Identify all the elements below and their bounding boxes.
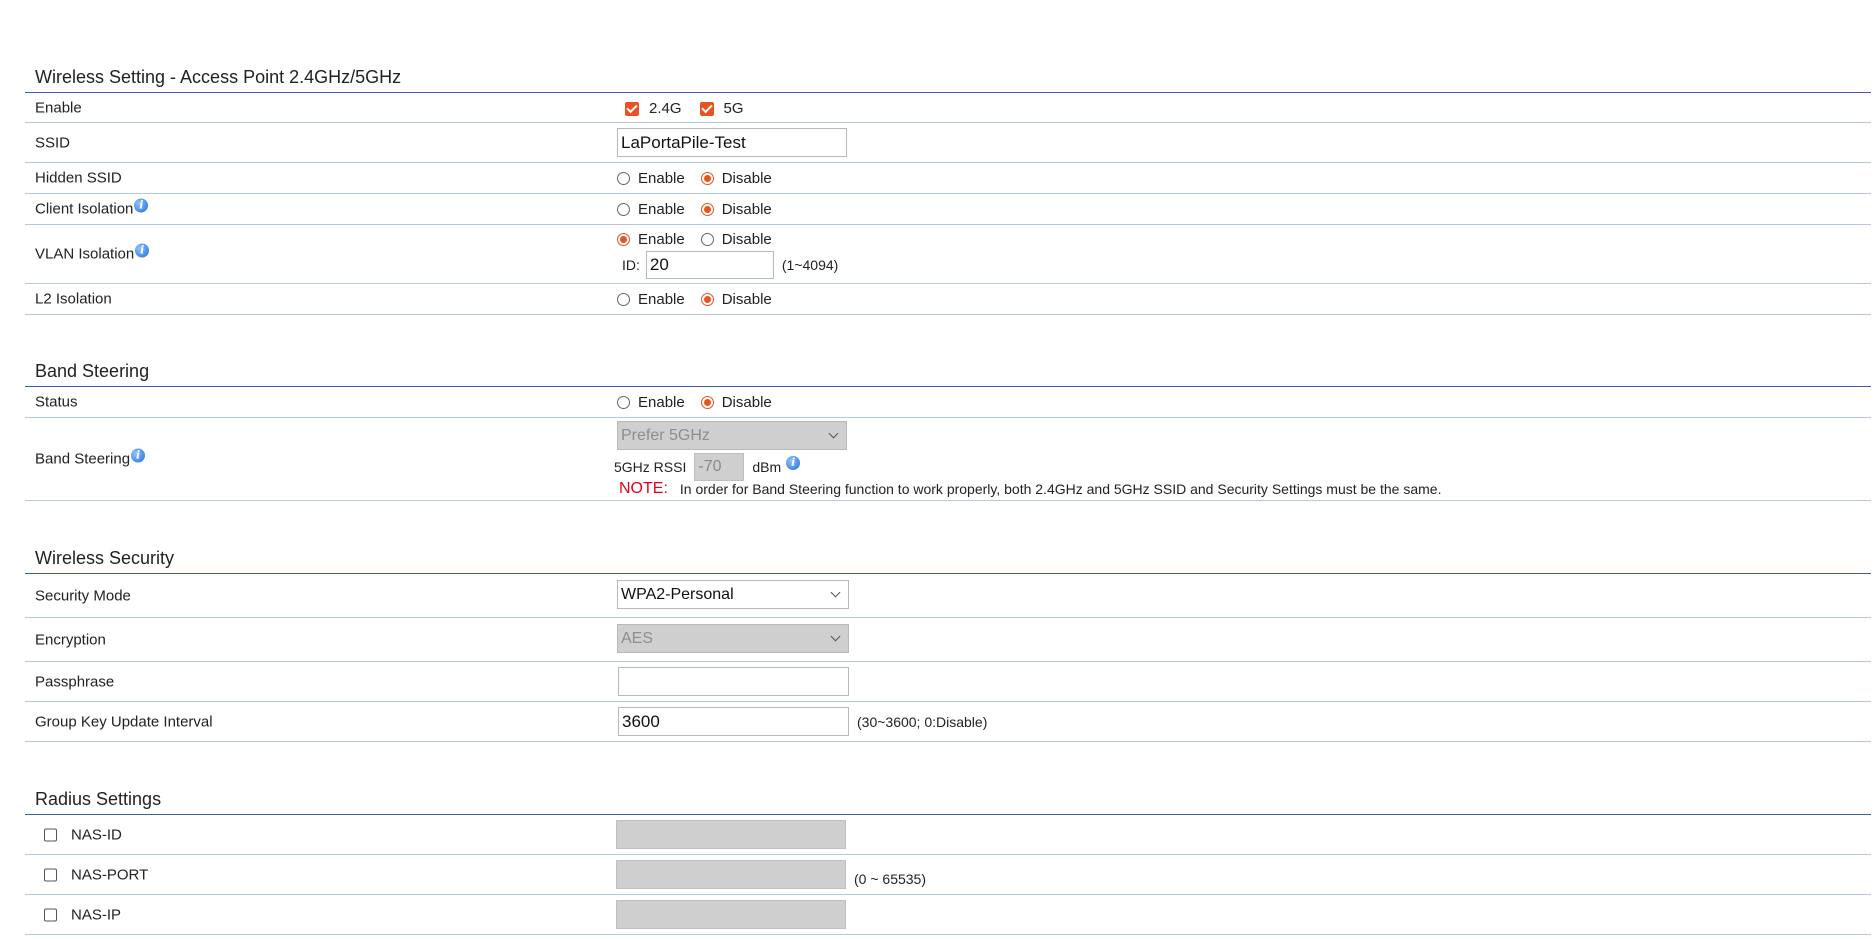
band-steering-enable-radio[interactable] xyxy=(617,396,630,409)
client-isolation-enable-label: Enable xyxy=(638,201,685,218)
nas-ip-input[interactable] xyxy=(616,900,846,929)
nas-port-label: NAS-PORT xyxy=(71,866,149,883)
band-steering-disable-label: Disable xyxy=(721,394,772,411)
client-isolation-label: Client Isolation i xyxy=(35,198,149,218)
info-icon[interactable]: i xyxy=(135,243,150,257)
row-vlan-isolation: VLAN Isolation i Enable Disable ID: 20 (1… xyxy=(25,225,1871,284)
row-encryption: Encryption AES xyxy=(25,618,1871,662)
group-key-label: Group Key Update Interval xyxy=(35,713,213,730)
rssi-unit: dBm xyxy=(752,459,782,475)
row-passphrase: Passphrase xyxy=(25,662,1871,702)
section-title-band-steering: Band Steering xyxy=(35,361,150,381)
note-label: NOTE: xyxy=(619,480,668,497)
encryption-value: AES xyxy=(621,629,654,647)
chevron-down-icon xyxy=(830,631,841,642)
client-isolation-enable-radio[interactable] xyxy=(617,203,630,216)
ssid-input[interactable]: LaPortaPile-Test xyxy=(617,128,847,157)
nas-port-label-group: NAS-PORT xyxy=(44,866,148,883)
band-steering-text: Band Steering xyxy=(35,450,131,468)
hidden-ssid-disable-label: Disable xyxy=(721,170,772,187)
row-hidden-ssid: Hidden SSID Enable Disable xyxy=(25,163,1871,194)
rssi-input[interactable]: -70 xyxy=(694,453,745,481)
client-isolation-disable-label: Disable xyxy=(721,201,772,218)
chevron-down-icon xyxy=(828,428,839,439)
vlan-isolation-label: VLAN Isolation i xyxy=(35,243,150,263)
info-icon[interactable]: i xyxy=(786,456,801,470)
vlan-id-range: (1~4094) xyxy=(781,257,839,273)
band-24g-checkbox[interactable] xyxy=(625,101,639,116)
nas-id-input[interactable] xyxy=(616,820,846,849)
hidden-ssid-label: Hidden SSID xyxy=(35,169,122,187)
l2-isolation-enable-radio[interactable] xyxy=(617,293,630,306)
band-steering-mode-value: Prefer 5GHz xyxy=(621,426,710,444)
l2-isolation-disable-radio[interactable] xyxy=(700,293,714,306)
rssi-label: 5GHz RSSI xyxy=(614,459,687,475)
info-icon[interactable]: i xyxy=(131,448,146,462)
nas-port-input[interactable] xyxy=(616,860,846,889)
passphrase-label: Passphrase xyxy=(35,673,115,690)
chevron-down-icon xyxy=(830,587,841,598)
note-text: In order for Band Steering function to w… xyxy=(679,481,1442,497)
nas-port-range: (0 ~ 65535) xyxy=(854,870,926,887)
nas-id-label-group: NAS-ID xyxy=(44,826,122,843)
row-nas-port: NAS-PORT (0 ~ 65535) xyxy=(25,855,1871,895)
vlan-id-label: ID: xyxy=(622,257,640,273)
security-mode-value: WPA2-Personal xyxy=(621,585,734,603)
hidden-ssid-disable-radio[interactable] xyxy=(700,172,714,185)
band-steering-disable-radio[interactable] xyxy=(700,396,714,409)
nas-id-label: NAS-ID xyxy=(71,826,122,843)
hidden-ssid-enable-radio[interactable] xyxy=(617,172,630,185)
passphrase-input[interactable] xyxy=(618,667,849,696)
vlan-isolation-enable-radio[interactable] xyxy=(617,233,630,246)
security-mode-select[interactable]: WPA2-Personal xyxy=(617,580,849,609)
vlan-isolation-disable-radio[interactable] xyxy=(700,233,714,246)
section-title-wireless-security: Wireless Security xyxy=(35,548,175,568)
vlan-id-input[interactable]: 20 xyxy=(645,251,774,279)
group-key-input[interactable]: 3600 xyxy=(618,707,849,736)
row-enable: Enable 2.4G 5G xyxy=(25,93,1871,123)
client-isolation-text: Client Isolation xyxy=(35,200,134,218)
enable-label: Enable xyxy=(35,99,82,116)
nas-ip-label-group: NAS-IP xyxy=(44,906,121,923)
section-title-wireless-setting: Wireless Setting - Access Point 2.4GHz/5… xyxy=(35,67,402,87)
band-5g-label: 5G xyxy=(723,100,744,117)
nas-id-checkbox[interactable] xyxy=(44,828,57,841)
vlan-isolation-text: VLAN Isolation xyxy=(35,245,135,263)
band-steering-status-label: Status xyxy=(35,393,78,411)
ssid-label: SSID xyxy=(35,134,71,151)
row-group-key: Group Key Update Interval 3600 (30~3600;… xyxy=(25,702,1871,742)
row-l2-isolation: L2 Isolation Enable Disable xyxy=(25,284,1871,315)
row-nas-ip: NAS-IP xyxy=(25,895,1871,935)
nas-port-checkbox[interactable] xyxy=(44,868,57,881)
encryption-select[interactable]: AES xyxy=(617,624,849,653)
l2-isolation-enable-label: Enable xyxy=(638,291,685,308)
group-key-range: (30~3600; 0:Disable) xyxy=(857,713,988,730)
encryption-label: Encryption xyxy=(35,631,106,648)
client-isolation-disable-radio[interactable] xyxy=(700,203,714,216)
band-5g-checkbox[interactable] xyxy=(699,101,714,116)
row-ssid: SSID LaPortaPile-Test xyxy=(25,123,1871,163)
hidden-ssid-enable-label: Enable xyxy=(638,170,685,187)
band-steering-mode-select[interactable]: Prefer 5GHz xyxy=(617,421,847,450)
row-security-mode: Security Mode WPA2-Personal xyxy=(25,574,1871,618)
band-steering-label: Band Steering i xyxy=(35,448,146,468)
l2-isolation-disable-label: Disable xyxy=(721,291,772,308)
nas-ip-checkbox[interactable] xyxy=(44,908,57,921)
nas-ip-label: NAS-IP xyxy=(71,906,122,923)
band-steering-enable-label: Enable xyxy=(638,394,685,411)
row-band-steering: Band Steering i Prefer 5GHz 5GHz RSSI -70… xyxy=(25,418,1871,501)
row-nas-id: NAS-ID xyxy=(25,815,1871,855)
band-24g-label: 2.4G xyxy=(649,100,682,117)
vlan-isolation-enable-label: Enable xyxy=(638,231,685,248)
info-icon[interactable]: i xyxy=(134,198,149,212)
security-mode-label: Security Mode xyxy=(35,587,131,604)
l2-isolation-label: L2 Isolation xyxy=(35,290,112,308)
row-band-steering-status: Status Enable Disable xyxy=(25,387,1871,418)
vlan-isolation-disable-label: Disable xyxy=(721,231,772,248)
section-title-radius-settings: Radius Settings xyxy=(35,789,162,809)
row-client-isolation: Client Isolation i Enable Disable xyxy=(25,194,1871,225)
